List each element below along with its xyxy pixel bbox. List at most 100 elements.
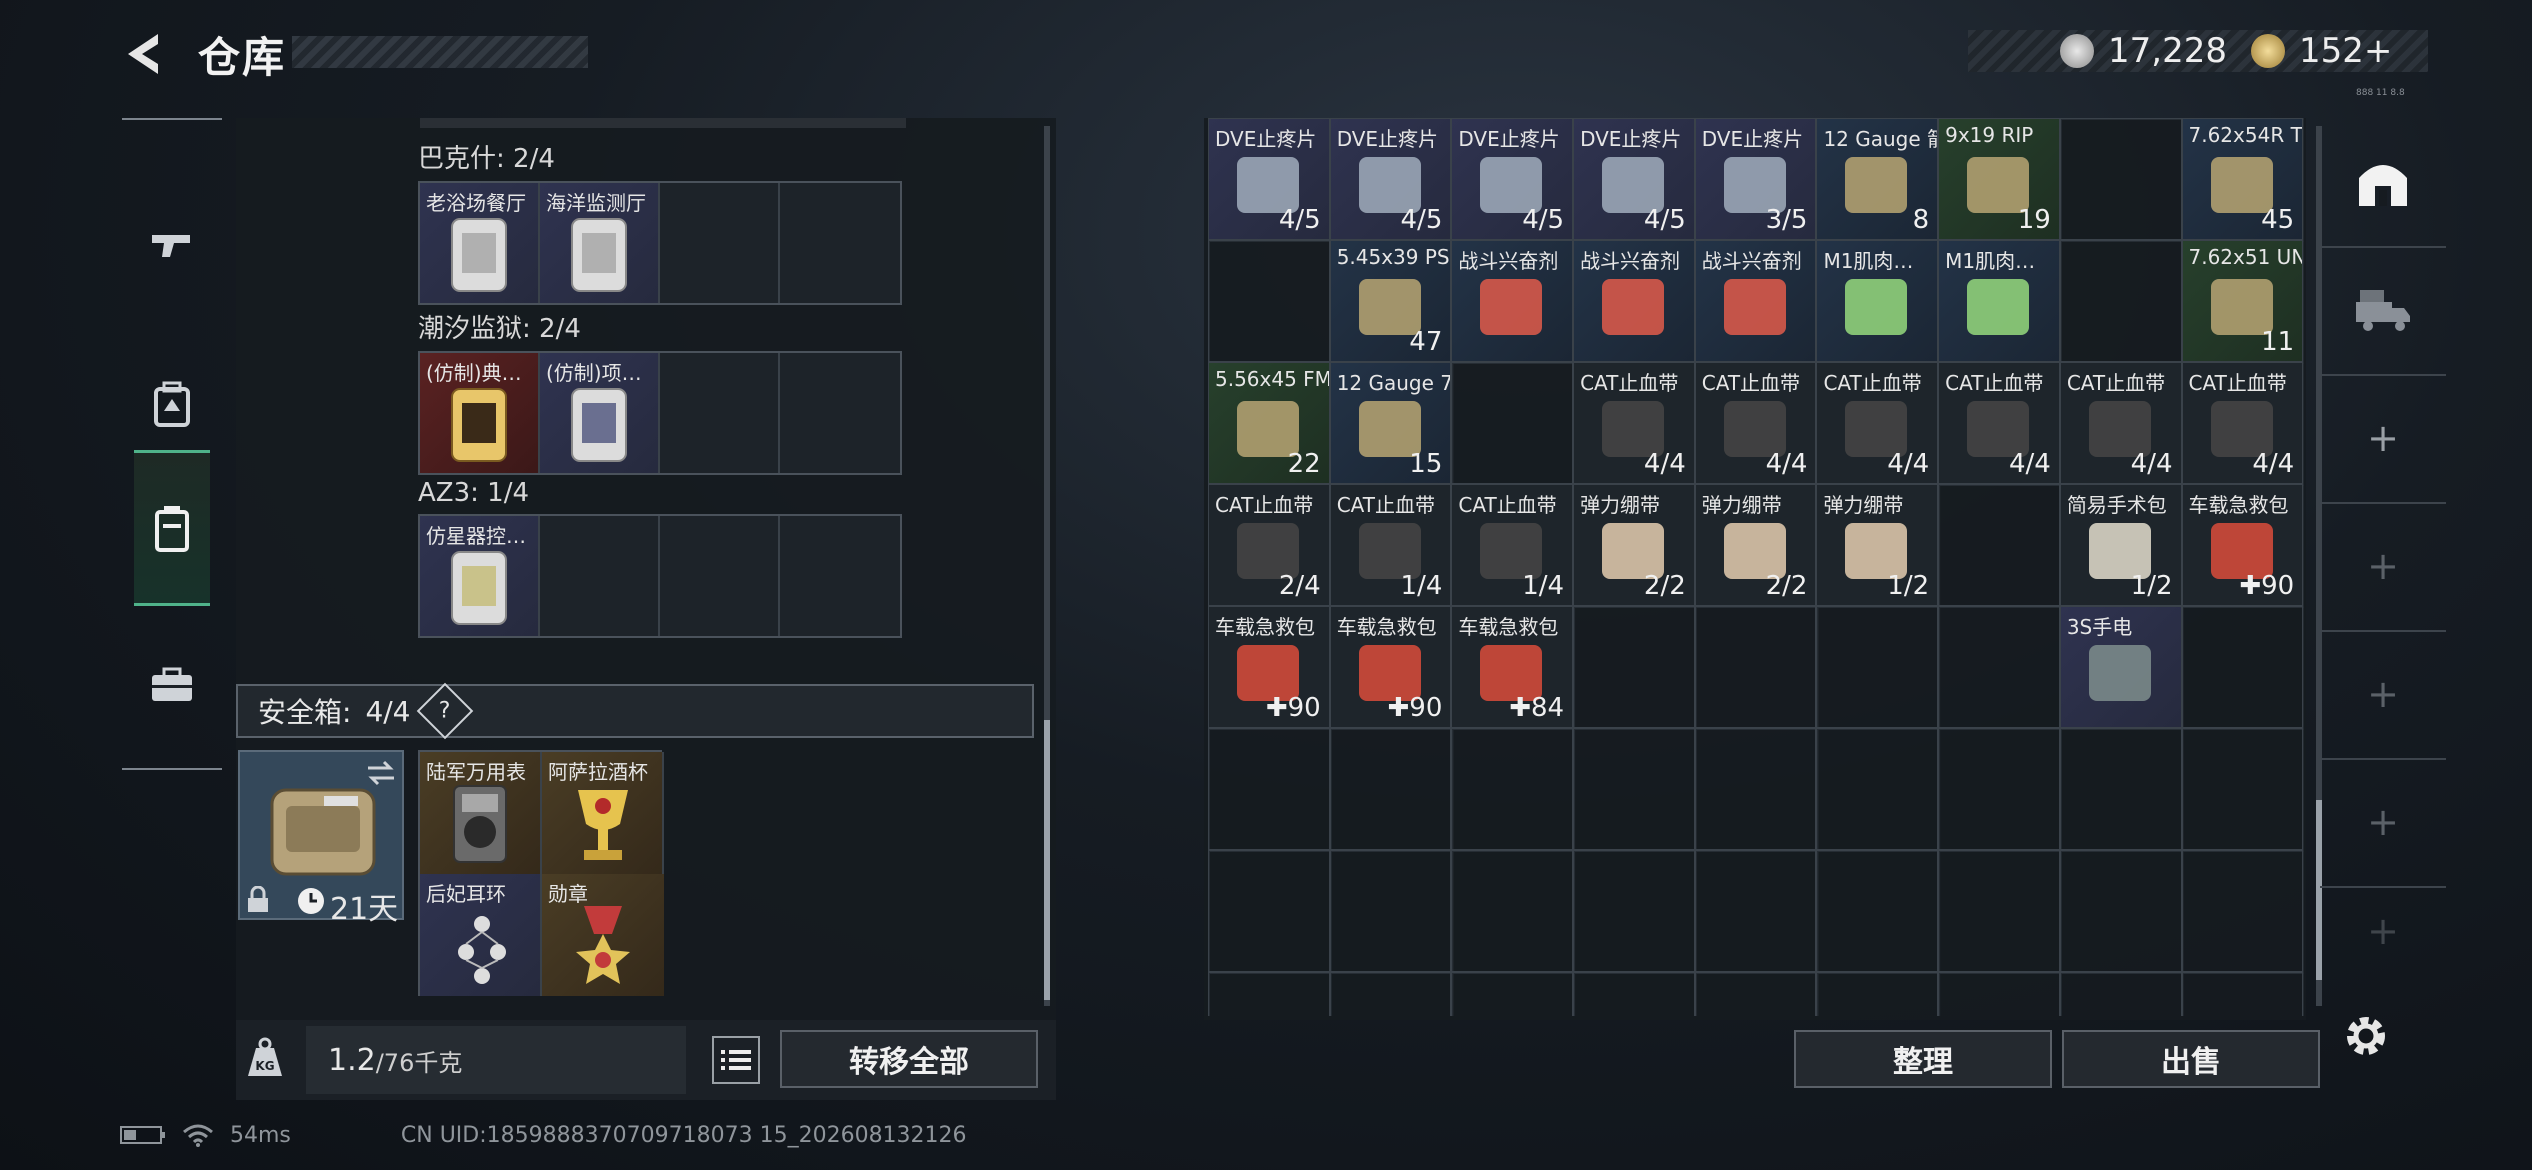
nav-storage[interactable] — [2320, 118, 2446, 248]
inventory-item[interactable]: 5.45x39 PS 47 — [1329, 240, 1452, 362]
empty-slot[interactable] — [1694, 606, 1817, 728]
inventory-item[interactable]: 战斗兴奋剂 — [1573, 240, 1695, 362]
empty-slot[interactable] — [2181, 850, 2304, 972]
inventory-item[interactable]: CAT止血带 4/4 — [2059, 362, 2182, 484]
empty-slot[interactable] — [2059, 240, 2182, 362]
empty-slot[interactable] — [1694, 972, 1817, 1016]
empty-slot[interactable] — [1573, 850, 1695, 972]
list-view-button[interactable] — [712, 1036, 760, 1084]
empty-slot[interactable] — [1938, 972, 2060, 1016]
safebox-card[interactable]: 21天 — [238, 750, 404, 927]
add-slot-button[interactable]: + — [2320, 630, 2446, 760]
inventory-item[interactable]: M1肌肉… — [1938, 240, 2060, 362]
nav-truck[interactable] — [2320, 246, 2446, 376]
empty-slot[interactable] — [660, 353, 780, 473]
empty-slot[interactable] — [1938, 484, 2060, 606]
sell-button[interactable]: 出售 — [2062, 1030, 2320, 1088]
inventory-item[interactable]: 7.62x54R T46M 45 — [2181, 118, 2304, 240]
inventory-item[interactable]: 战斗兴奋剂 — [1451, 240, 1574, 362]
empty-slot[interactable] — [1694, 850, 1817, 972]
empty-slot[interactable] — [1573, 606, 1695, 728]
inventory-item[interactable]: M1肌肉… — [1816, 240, 1939, 362]
inventory-item[interactable]: 9x19 RIP 19 — [1938, 118, 2060, 240]
inventory-item[interactable]: 车载急救包 ✚90 — [1329, 606, 1452, 728]
empty-slot[interactable] — [1208, 850, 1330, 972]
empty-slot[interactable] — [2181, 728, 2304, 850]
empty-slot[interactable] — [1816, 850, 1939, 972]
item-slot[interactable]: 老浴场餐厅 — [420, 183, 540, 303]
empty-slot[interactable] — [780, 516, 900, 636]
inventory-item[interactable]: DVE止疼片 4/5 — [1329, 118, 1452, 240]
add-slot-button[interactable]: + — [2320, 886, 2446, 976]
inventory-item[interactable]: 弹力绷带 2/2 — [1694, 484, 1817, 606]
empty-slot[interactable] — [1694, 728, 1817, 850]
left-scrollbar-thumb[interactable] — [1044, 720, 1050, 1000]
swap-icon[interactable] — [364, 758, 398, 788]
empty-slot[interactable] — [1938, 850, 2060, 972]
empty-slot[interactable] — [1816, 728, 1939, 850]
empty-slot[interactable] — [2059, 118, 2182, 240]
empty-slot[interactable] — [540, 516, 660, 636]
empty-slot[interactable] — [1208, 728, 1330, 850]
inventory-item[interactable]: CAT止血带 4/4 — [1816, 362, 1939, 484]
empty-slot[interactable] — [2059, 972, 2182, 1016]
nav-briefcase[interactable] — [134, 610, 210, 760]
inventory-item[interactable]: CAT止血带 4/4 — [1694, 362, 1817, 484]
item-slot[interactable]: 仿星器控… — [420, 516, 540, 636]
empty-slot[interactable] — [1451, 728, 1574, 850]
item-slot[interactable]: 陆军万用表 — [420, 752, 542, 874]
empty-slot[interactable] — [1573, 728, 1695, 850]
empty-slot[interactable] — [780, 353, 900, 473]
inventory-item[interactable]: CAT止血带 1/4 — [1451, 484, 1574, 606]
inventory-item[interactable]: 5.56x45 FMJ 22 — [1208, 362, 1330, 484]
empty-slot[interactable] — [1451, 850, 1574, 972]
empty-slot[interactable] — [2059, 728, 2182, 850]
empty-slot[interactable] — [780, 183, 900, 303]
inventory-item[interactable]: 12 Gauge 7毫米鹿弹 15 — [1329, 362, 1452, 484]
inventory-item[interactable]: 战斗兴奋剂 — [1694, 240, 1817, 362]
empty-slot[interactable] — [1329, 972, 1452, 1016]
add-slot-button[interactable]: + — [2320, 758, 2446, 888]
empty-slot[interactable] — [660, 516, 780, 636]
inventory-item[interactable]: 12 Gauge 箭形弹 8 — [1816, 118, 1939, 240]
inventory-item[interactable]: DVE止疼片 4/5 — [1573, 118, 1695, 240]
item-slot[interactable]: (仿制)典… — [420, 353, 540, 473]
empty-slot[interactable] — [1816, 606, 1939, 728]
move-all-button[interactable]: 转移全部 — [780, 1030, 1038, 1088]
empty-slot[interactable] — [1451, 362, 1574, 484]
help-icon[interactable]: ? — [416, 682, 473, 740]
inventory-item[interactable]: 简易手术包 1/2 — [2059, 484, 2182, 606]
inventory-item[interactable]: CAT止血带 1/4 — [1329, 484, 1452, 606]
item-slot[interactable]: 勋章 — [542, 874, 664, 996]
empty-slot[interactable] — [1938, 606, 2060, 728]
inventory-item[interactable]: 弹力绷带 2/2 — [1573, 484, 1695, 606]
empty-slot[interactable] — [1329, 728, 1452, 850]
inventory-item[interactable]: 弹力绷带 1/2 — [1816, 484, 1939, 606]
empty-slot[interactable] — [660, 183, 780, 303]
empty-slot[interactable] — [1451, 972, 1574, 1016]
inventory-item[interactable]: DVE止疼片 3/5 — [1694, 118, 1817, 240]
inventory-item[interactable]: 车载急救包 ✚90 — [1208, 606, 1330, 728]
inventory-item[interactable]: 车载急救包 ✚90 — [2181, 484, 2304, 606]
inventory-item[interactable]: 3S手电 — [2059, 606, 2182, 728]
empty-slot[interactable] — [2059, 850, 2182, 972]
item-slot[interactable]: (仿制)项… — [540, 353, 660, 473]
empty-slot[interactable] — [2181, 606, 2304, 728]
inventory-item[interactable]: 车载急救包 ✚84 — [1451, 606, 1574, 728]
empty-slot[interactable] — [1208, 972, 1330, 1016]
inventory-item[interactable]: CAT止血带 4/4 — [1938, 362, 2060, 484]
settings-gear-icon[interactable] — [2340, 1010, 2392, 1062]
inventory-item[interactable]: 7.62x51 UN 11 — [2181, 240, 2304, 362]
empty-slot[interactable] — [1329, 850, 1452, 972]
empty-slot[interactable] — [1573, 972, 1695, 1016]
empty-slot[interactable] — [1208, 240, 1330, 362]
item-slot[interactable]: 阿萨拉酒杯 — [542, 752, 664, 874]
nav-case[interactable] — [134, 450, 210, 606]
currency-gold[interactable]: 152+ — [2299, 31, 2392, 71]
item-slot[interactable]: 后妃耳环 — [420, 874, 542, 996]
add-slot-button[interactable]: + — [2320, 502, 2446, 632]
inventory-item[interactable]: DVE止疼片 4/5 — [1451, 118, 1574, 240]
back-arrow-icon[interactable] — [118, 26, 174, 82]
inventory-item[interactable]: CAT止血带 4/4 — [1573, 362, 1695, 484]
empty-slot[interactable] — [1938, 728, 2060, 850]
